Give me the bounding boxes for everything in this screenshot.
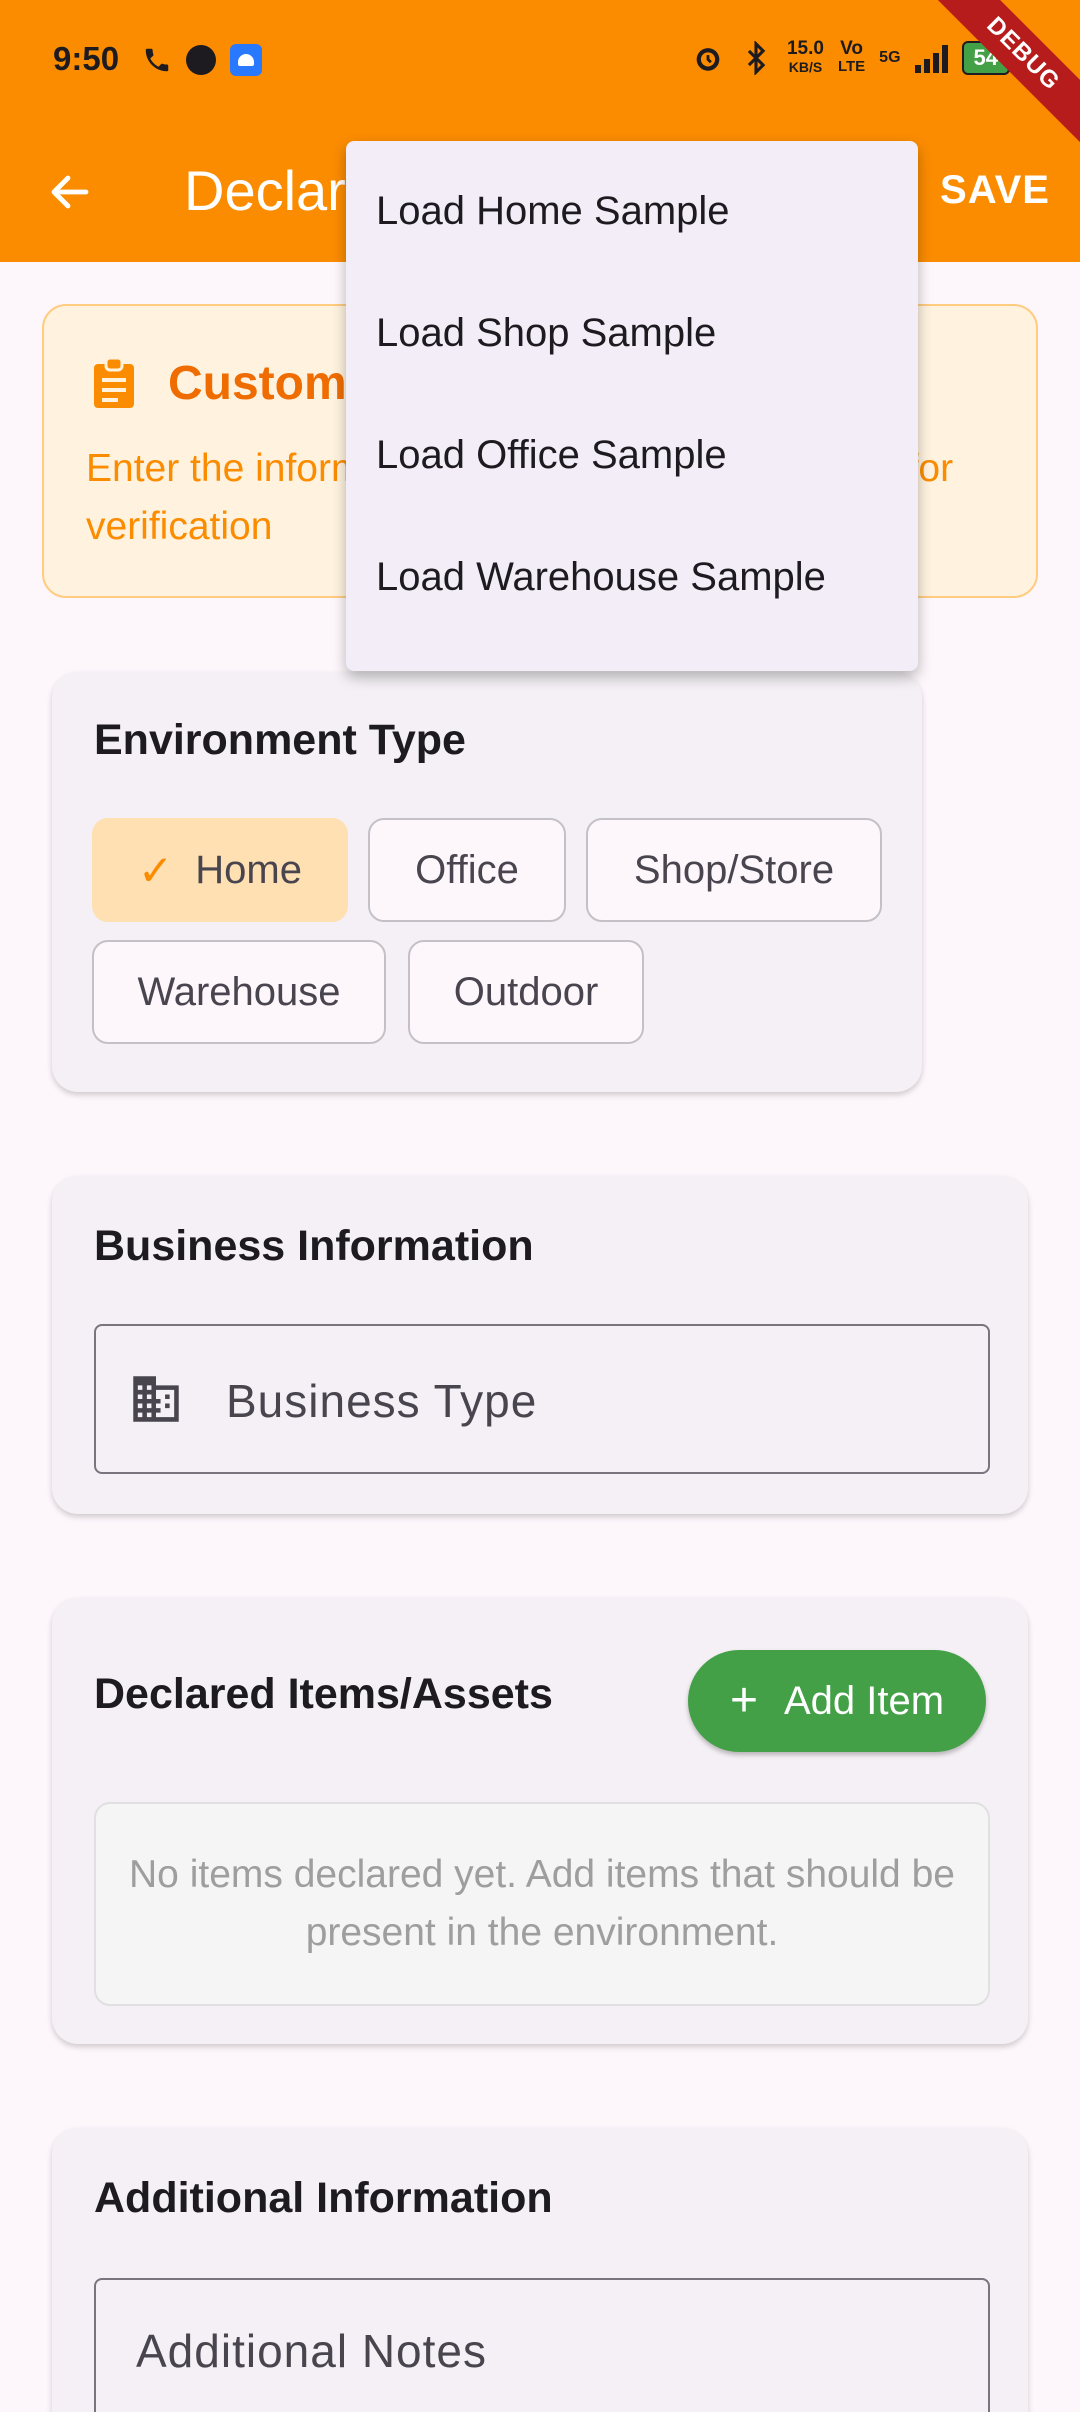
chip-outdoor[interactable]: Outdoor [408, 940, 644, 1044]
signal-icon [914, 43, 948, 73]
environment-type-card: Environment Type ✓ Home Office Shop/Stor… [52, 672, 922, 1092]
status-time: 9:50 [53, 40, 120, 77]
status-bar: 9:50 15.0 KB/S Vo LTE 5G 54 DEBUG [0, 0, 1080, 151]
add-item-label: Add Item [783, 1678, 945, 1723]
android-debug-icon [230, 44, 262, 76]
business-type-placeholder: Business Type [226, 1375, 538, 1427]
additional-notes-field[interactable]: Additional Notes [94, 2278, 990, 2412]
chip-home-label: Home [195, 847, 302, 892]
empty-items-message: No items declared yet. Add items that sh… [94, 1802, 990, 2006]
net-speed-unit: KB/S [788, 59, 823, 75]
status-right-icons: 15.0 KB/S Vo LTE 5G 54 [691, 38, 1010, 76]
chip-home[interactable]: ✓ Home [92, 818, 348, 922]
business-information-card: Business Information Business Type [52, 1176, 1028, 1514]
chip-shop-store-label: Shop/Store [633, 847, 835, 892]
menu-item-load-shop-sample[interactable]: Load Shop Sample [346, 303, 918, 425]
business-type-field[interactable]: Business Type [94, 1324, 990, 1474]
additional-notes-placeholder: Additional Notes [136, 2325, 487, 2377]
status-left-icons [142, 44, 262, 76]
save-button[interactable]: SAVE [940, 168, 1050, 213]
volte-indicator: Vo LTE [837, 38, 866, 76]
additional-information-title: Additional Information [94, 2174, 553, 2222]
menu-item-load-office-sample[interactable]: Load Office Sample [346, 425, 918, 547]
environment-type-title: Environment Type [94, 716, 466, 764]
plus-icon: + [729, 1674, 758, 1727]
chip-shop-store[interactable]: Shop/Store [586, 818, 882, 922]
phone-icon [145, 48, 169, 72]
checkmark-icon: ✓ [138, 846, 174, 894]
business-building-icon [133, 1376, 179, 1422]
clipboard-icon [94, 358, 134, 408]
add-item-button[interactable]: + Add Item [688, 1650, 986, 1752]
net-speed-value: 15.0 [786, 38, 824, 59]
whatsapp-icon [186, 45, 216, 75]
alarm-icon [696, 48, 720, 71]
net-speed: 15.0 KB/S [786, 38, 824, 76]
chip-warehouse-label: Warehouse [137, 969, 341, 1014]
menu-item-load-home-sample[interactable]: Load Home Sample [346, 181, 918, 303]
declared-items-title: Declared Items/Assets [94, 1670, 553, 1718]
volte-top: Vo [840, 38, 863, 59]
back-arrow-icon[interactable] [46, 168, 94, 216]
additional-information-card: Additional Information Additional Notes [52, 2128, 1028, 2412]
chip-outdoor-label: Outdoor [453, 969, 599, 1014]
sample-dropdown-menu: Load Home Sample Load Shop Sample Load O… [346, 141, 918, 671]
chip-office-label: Office [415, 847, 519, 892]
bluetooth-vibrate-icon [747, 41, 766, 75]
menu-item-load-warehouse-sample[interactable]: Load Warehouse Sample [346, 547, 918, 669]
volte-bottom: LTE [837, 58, 866, 75]
declared-items-card: Declared Items/Assets + Add Item No item… [52, 1598, 1028, 2044]
network-type: 5G [879, 49, 901, 66]
chip-office[interactable]: Office [368, 818, 566, 922]
business-information-title: Business Information [94, 1222, 534, 1270]
chip-warehouse[interactable]: Warehouse [92, 940, 386, 1044]
